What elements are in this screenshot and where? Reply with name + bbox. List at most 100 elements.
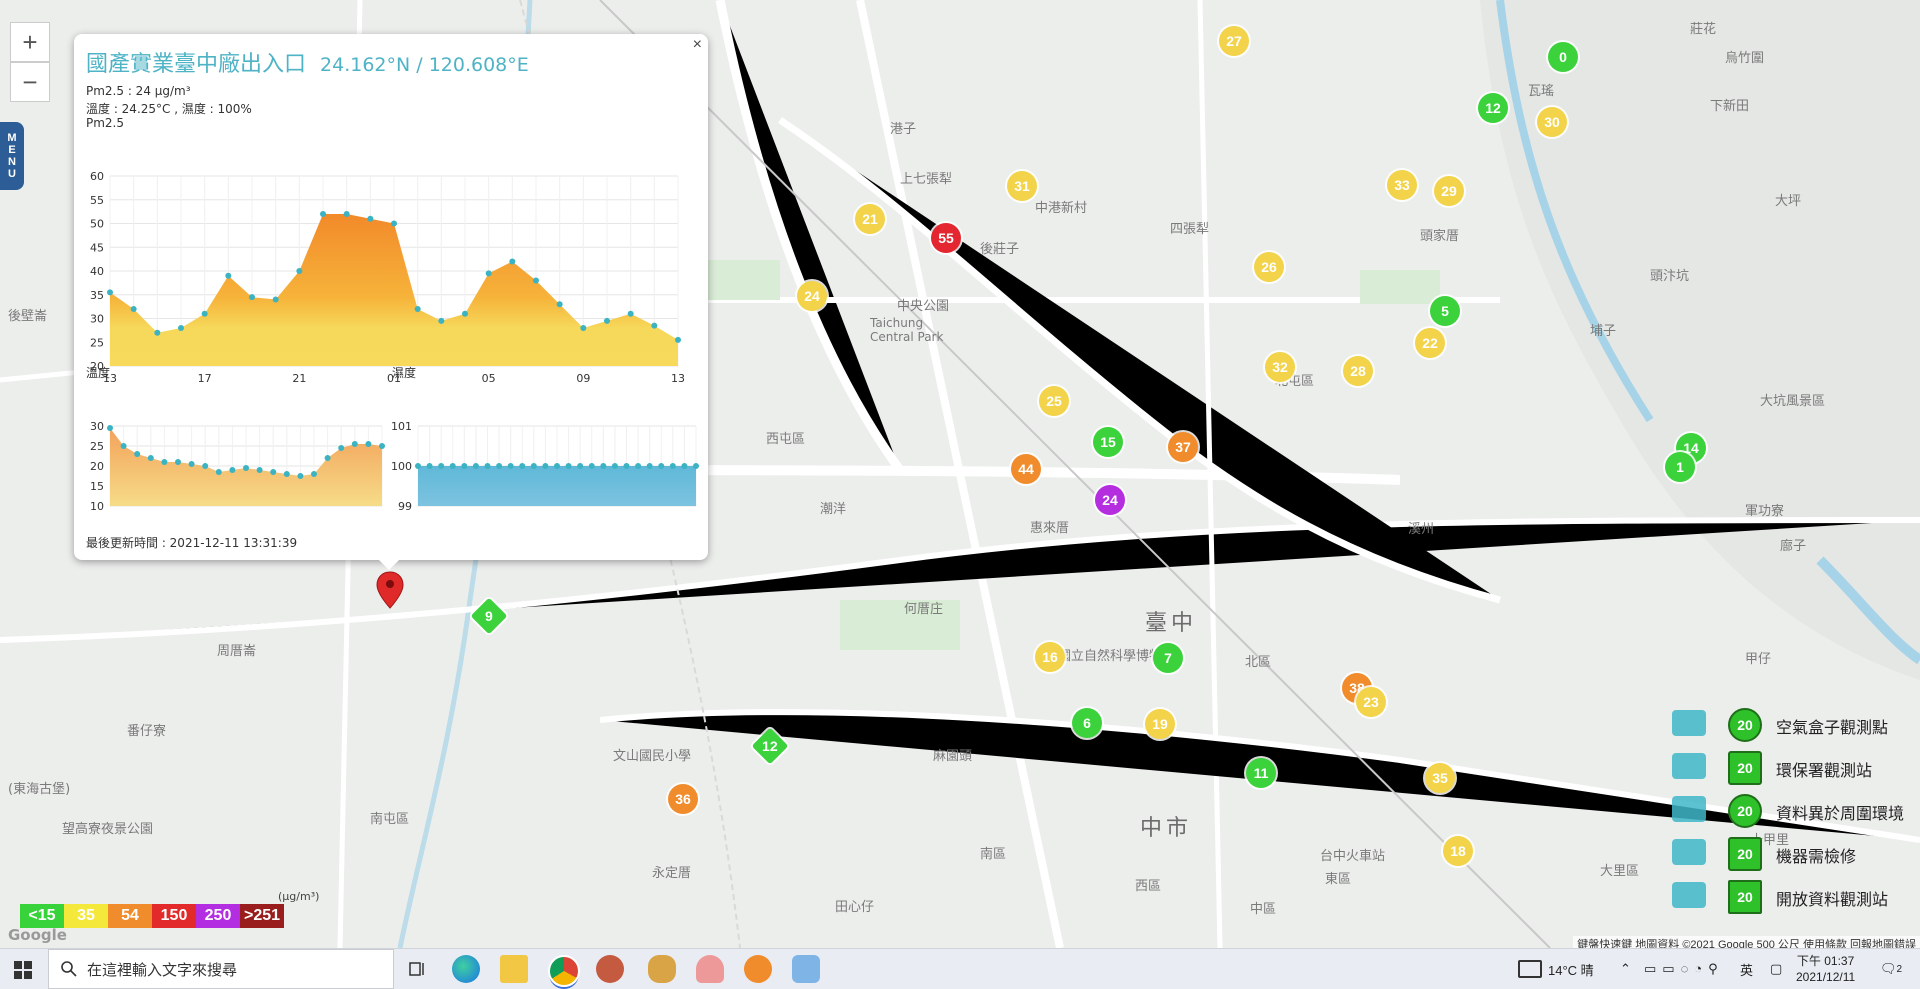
app-icon-clock[interactable] [596, 955, 624, 983]
taskbar-search-box[interactable]: 在這裡輸入文字來搜尋 [48, 949, 394, 989]
marker-value: 18 [1450, 843, 1466, 859]
marker-value: 15 [1100, 434, 1116, 450]
tray-system-icons[interactable]: ▭▭◌◔⚲ [1644, 949, 1724, 989]
y-tick-label: 25 [90, 440, 104, 453]
data-point [296, 268, 303, 274]
task-view-icon[interactable] [404, 955, 432, 983]
place-label: 港子 [890, 122, 917, 137]
sensor-marker[interactable]: 30 [1537, 107, 1567, 137]
sensor-marker[interactable]: 24 [797, 281, 827, 311]
place-label: 大里區 [1600, 864, 1640, 879]
data-point [107, 425, 113, 431]
place-label: 上七張犁 [900, 172, 953, 187]
marker-value: 35 [1432, 770, 1448, 786]
data-point [509, 258, 516, 265]
notification-icon[interactable]: 🗨 2 [1880, 949, 1902, 989]
sensor-marker[interactable]: 5 [1430, 296, 1460, 326]
place-label: 潮洋 [820, 502, 847, 517]
sensor-marker[interactable]: 37 [1168, 432, 1198, 462]
menu-letter: M [7, 132, 17, 144]
tray-chevron-icon[interactable]: ⌃ [1620, 949, 1631, 989]
sensor-marker[interactable]: 55 [931, 223, 961, 253]
station-type-legend: 20 空氣盒子觀測點 20 環保署觀測站 20 資料異於周圍環境 20 機器需檢修 20 開放資料… [1672, 706, 1920, 921]
sensor-marker[interactable]: 16 [1035, 642, 1065, 672]
place-label: 台中火車站 [1320, 849, 1386, 864]
sensor-marker[interactable]: 21 [855, 204, 885, 234]
file-explorer-icon[interactable] [500, 955, 528, 983]
sensor-marker[interactable]: 27 [1219, 26, 1249, 56]
sensor-marker[interactable]: 23 [1356, 687, 1386, 717]
sensor-marker[interactable]: 1 [1665, 452, 1695, 482]
sensor-marker[interactable]: 25 [1039, 386, 1069, 416]
close-icon[interactable]: × [693, 36, 702, 54]
place-label: 南區 [980, 847, 1007, 862]
humidity-chart: 99 100 101 [391, 420, 699, 510]
data-point [426, 463, 433, 469]
app-icon-mascot[interactable] [648, 955, 676, 983]
ime-indicator[interactable]: 英 [1740, 949, 1753, 989]
sensor-marker[interactable]: 35 [1425, 763, 1455, 793]
y-tick-label: 50 [90, 218, 104, 231]
map-canvas[interactable]: 臺中 中市 港子 上七張犁 四張犁 頭家厝 北屯區 西屯區 西區 南屯區 中港新村 後莊子 中央公園 Ta… [0, 0, 1920, 948]
sensor-marker[interactable]: 26 [1254, 252, 1284, 282]
sensor-marker[interactable]: 33 [1387, 170, 1417, 200]
data-point [507, 463, 514, 469]
data-point [311, 471, 317, 477]
data-point [272, 296, 279, 303]
keyboard-icon[interactable]: ▢ [1770, 949, 1782, 989]
data-point [438, 317, 445, 324]
zoom-in-button[interactable]: + [10, 22, 50, 62]
place-label: 大坪 [1775, 194, 1802, 209]
data-point [438, 463, 445, 469]
temp-humidity-reading: 溫度 : 24.25°C , 濕度 : 100% [86, 102, 252, 116]
sensor-marker[interactable]: 15 [1093, 427, 1123, 457]
marker-value: 26 [1261, 259, 1277, 275]
sensor-marker[interactable]: 44 [1011, 454, 1041, 484]
data-point [542, 463, 549, 469]
place-label: Taichung Central Park [870, 316, 944, 344]
place-label: 廍子 [1780, 539, 1807, 554]
chrome-icon[interactable] [548, 955, 580, 987]
sensor-marker[interactable]: 19 [1145, 709, 1175, 739]
map-attribution[interactable]: 鍵盤快速鍵 地圖資料 ©2021 Google 500 公尺 使用條款 回報地圖… [1573, 936, 1920, 948]
data-point [519, 463, 526, 469]
google-logo: Google [8, 926, 67, 944]
marker-value: 1 [1676, 459, 1684, 475]
clock[interactable]: 下午 01:37 2021/12/11 [1796, 949, 1855, 989]
sensor-marker[interactable]: 24 [1095, 485, 1125, 515]
weather-widget[interactable]: 14°C 晴 [1518, 949, 1594, 989]
y-tick-label: 20 [90, 460, 104, 473]
place-label: 頭汴坑 [1650, 269, 1690, 284]
edge-browser-icon[interactable] [452, 955, 480, 983]
sensor-marker[interactable]: 28 [1343, 356, 1373, 386]
chart-area [110, 214, 678, 366]
data-point [565, 463, 572, 469]
data-point [367, 215, 374, 222]
sensor-marker[interactable]: 11 [1246, 758, 1276, 788]
station-coordinates: 24.162°N / 120.608°E [320, 54, 529, 76]
app-icon-box[interactable] [792, 955, 820, 983]
sensor-marker[interactable]: 36 [668, 784, 698, 814]
pm25-reading: Pm2.5 : 24 µg/m³ [86, 84, 191, 98]
windows-start-icon[interactable] [14, 961, 32, 979]
app-icon-blender[interactable] [744, 955, 772, 983]
zoom-out-button[interactable]: − [10, 62, 50, 102]
sensor-marker[interactable]: 0 [1548, 42, 1578, 72]
legend-scale-swatch: <15 [20, 904, 64, 928]
location-pin-icon[interactable] [375, 570, 405, 610]
data-point [147, 455, 154, 461]
menu-tab[interactable]: M E N U [0, 122, 24, 190]
clock-date: 2021/12/11 [1796, 970, 1856, 984]
sensor-marker[interactable]: 6 [1072, 708, 1102, 738]
marker-value: 0 [1559, 49, 1567, 65]
y-tick-label: 25 [90, 336, 104, 349]
search-icon [61, 961, 77, 977]
sensor-marker[interactable]: 22 [1415, 328, 1445, 358]
sensor-marker[interactable]: 7 [1153, 643, 1183, 673]
sensor-marker[interactable]: 12 [1478, 93, 1508, 123]
sensor-marker[interactable]: 29 [1434, 176, 1464, 206]
sensor-marker[interactable]: 32 [1265, 352, 1295, 382]
app-icon-scissors[interactable] [696, 955, 724, 983]
sensor-marker[interactable]: 31 [1007, 171, 1037, 201]
sensor-marker[interactable]: 18 [1443, 836, 1473, 866]
